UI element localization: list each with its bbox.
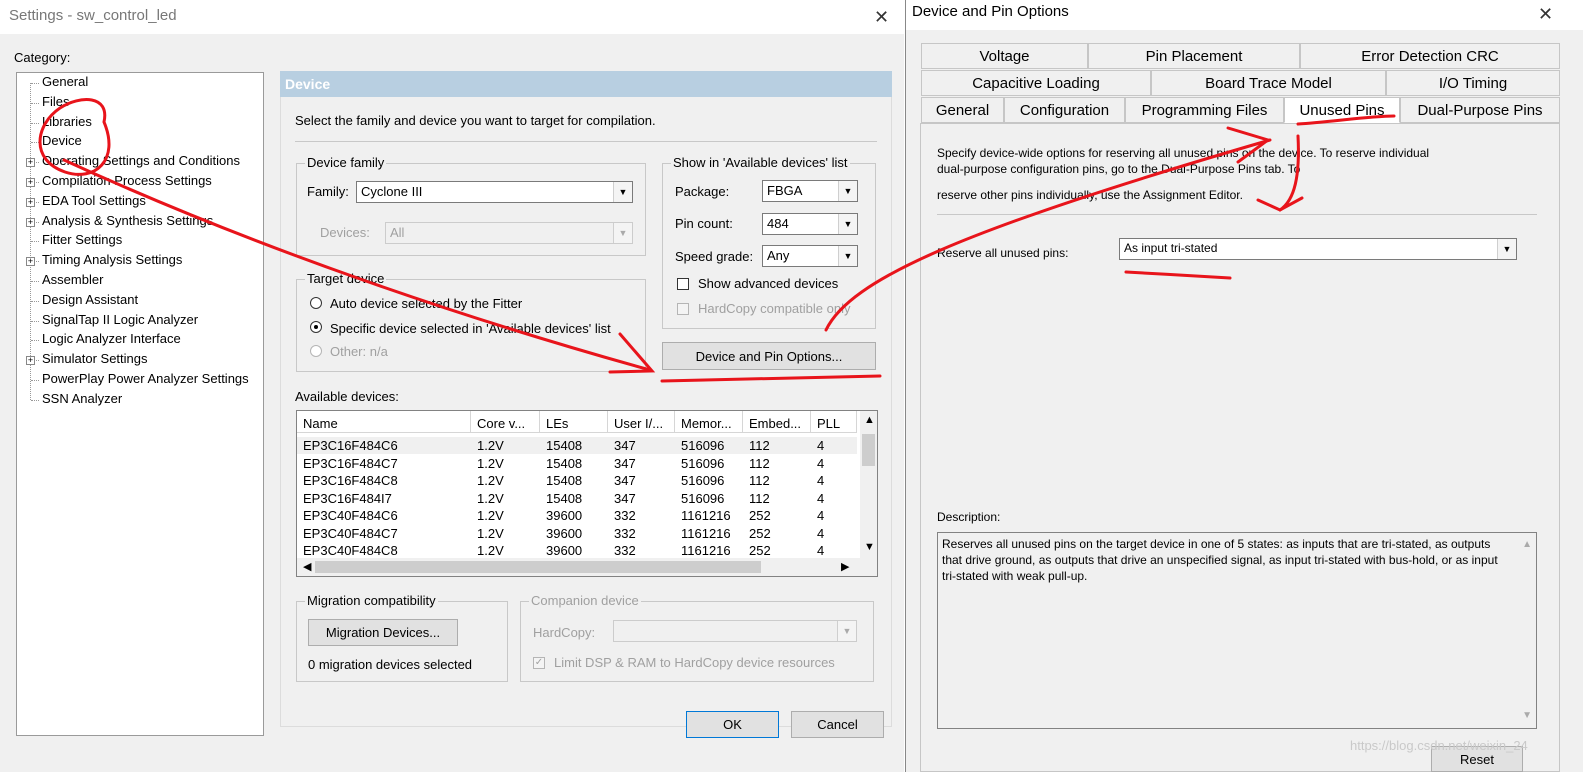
annotation-underline-button: [660, 374, 882, 383]
annotation-arrow-down: [1278, 134, 1300, 212]
annotation-arrowhead-1: [608, 332, 656, 374]
annotation-arrow-to-tab: [824, 138, 1272, 332]
annotation-underline-reserve: [1124, 270, 1232, 280]
annotation-underline-tab: [1296, 114, 1396, 126]
annotation-arrow-to-button: [62, 158, 652, 372]
annotation-overlay: [38, 98, 1396, 383]
